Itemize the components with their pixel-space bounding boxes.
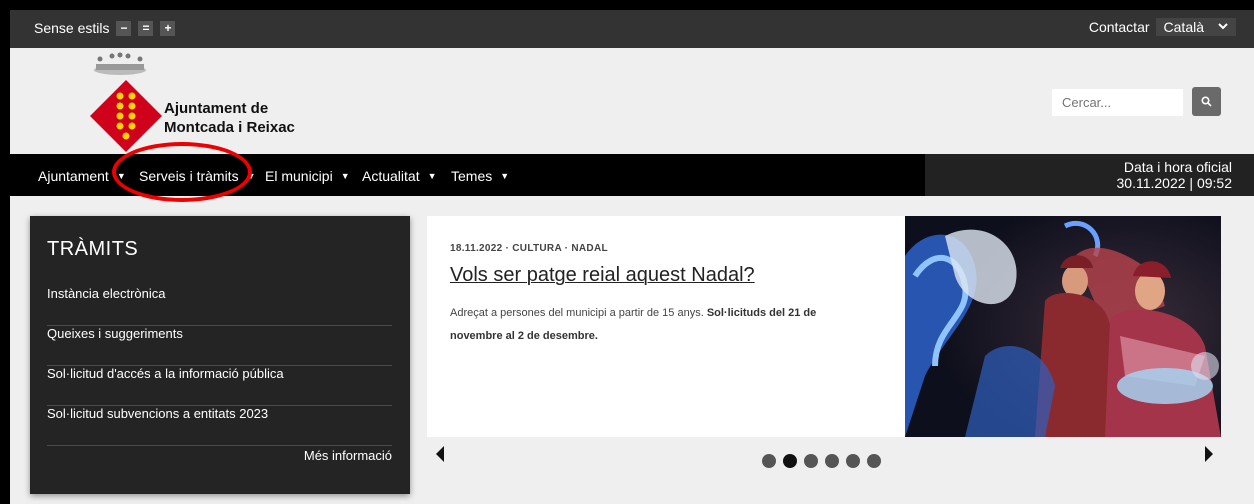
utility-bar: Sense estils − = + Contactar Català [10, 10, 1254, 48]
clock-value: 30.11.2022 | 09:52 [1116, 175, 1232, 191]
news-title-link[interactable]: Vols ser patge reial aquest Nadal? [450, 264, 755, 287]
style-controls: Sense estils − = + [34, 20, 176, 36]
official-clock: Data i hora oficial 30.11.2022 | 09:52 [925, 154, 1254, 196]
news-photo[interactable] [905, 216, 1221, 437]
news-card: 18.11.2022 · CULTURA · NADAL Vols ser pa… [427, 216, 905, 437]
carousel-next-icon[interactable] [1205, 446, 1213, 462]
carousel-prev-icon[interactable] [436, 446, 444, 462]
tramit-label: Instància electrònica [47, 286, 166, 301]
chevron-down-icon [1218, 21, 1228, 33]
search-icon [1201, 96, 1212, 107]
carousel-dot-active[interactable] [783, 454, 797, 468]
brand-line-2: Montcada i Reixac [164, 119, 295, 136]
tramit-link[interactable]: Sol·licitud subvencions a entitats 2023 [47, 406, 392, 446]
tramit-label: Sol·licitud subvencions a entitats 2023 [47, 406, 269, 421]
carousel-dot[interactable] [762, 454, 776, 468]
tramit-link[interactable]: Instància electrònica [47, 286, 392, 326]
search-input[interactable] [1052, 89, 1183, 116]
site-header: Ajuntament de Montcada i Reixac [10, 48, 1254, 154]
clock-label: Data i hora oficial [1123, 159, 1232, 175]
carousel-dot[interactable] [846, 454, 860, 468]
nav-item-temes[interactable]: Temes ▼ [451, 168, 509, 184]
news-meta: 18.11.2022 · CULTURA · NADAL [450, 243, 608, 254]
tramit-link[interactable]: Sol·licitud d'accés a la informació públ… [47, 366, 392, 406]
font-reset-button[interactable]: = [138, 20, 154, 36]
utility-right: Contactar Català [1089, 18, 1236, 36]
crown-icon [94, 52, 146, 75]
caret-down-icon: ▼ [340, 171, 350, 181]
tramit-label: Queixes i suggeriments [47, 326, 183, 341]
more-info-link[interactable]: Més informació [304, 448, 392, 463]
language-select[interactable]: Català [1155, 18, 1236, 36]
nav-item-municipi[interactable]: El municipi ▼ [265, 168, 350, 184]
nav-label: Ajuntament [38, 168, 109, 184]
language-selected: Català [1163, 19, 1204, 35]
tramit-label: Sol·licitud d'accés a la informació públ… [47, 366, 284, 381]
search-button[interactable] [1192, 87, 1221, 116]
tramits-title: TRÀMITS [47, 238, 139, 260]
page-frame: Sense estils − = + Contactar Català Ajun… [10, 10, 1254, 504]
tramits-panel: TRÀMITS Instància electrònica Queixes i … [30, 216, 410, 494]
font-increase-button[interactable]: + [160, 20, 176, 36]
news-desc-plain: Adreçat a persones del municipi a partir… [450, 307, 707, 319]
brand-line-1: Ajuntament de [164, 100, 269, 117]
font-decrease-button[interactable]: − [116, 20, 132, 36]
parade-image [905, 216, 1221, 437]
highlight-circle [112, 142, 252, 202]
news-description: Adreçat a persones del municipi a partir… [450, 302, 850, 348]
carousel-dot[interactable] [867, 454, 881, 468]
contact-link[interactable]: Contactar [1089, 19, 1150, 35]
coat-of-arms-logo[interactable] [88, 78, 164, 154]
no-styles-link[interactable]: Sense estils [34, 20, 109, 36]
nav-label: Temes [451, 168, 493, 184]
tramit-link[interactable]: Queixes i suggeriments [47, 326, 392, 366]
carousel-dot[interactable] [804, 454, 818, 468]
carousel-dot[interactable] [825, 454, 839, 468]
caret-down-icon: ▼ [500, 171, 510, 181]
site-brand[interactable]: Ajuntament de Montcada i Reixac [164, 99, 295, 137]
nav-label: Actualitat [362, 168, 420, 184]
carousel-dots [762, 454, 881, 468]
nav-item-actualitat[interactable]: Actualitat ▼ [362, 168, 437, 184]
caret-down-icon: ▼ [427, 171, 437, 181]
nav-label: El municipi [265, 168, 333, 184]
